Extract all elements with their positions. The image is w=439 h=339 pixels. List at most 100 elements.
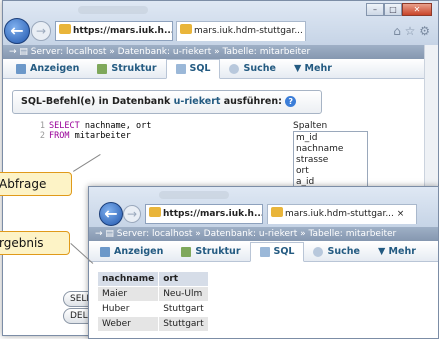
callout-ergebnis: rgebnis <box>0 231 70 255</box>
table-cell: Weber <box>96 316 160 332</box>
address-bar[interactable]: https://mars.iuk.h... ⌕ ▾ 🔒 ↻ <box>145 204 263 224</box>
sql-text: mitarbeiter <box>69 131 131 141</box>
window-controls: – □ ✕ <box>366 3 432 16</box>
column-item[interactable]: ort <box>296 166 365 177</box>
home-star-gear-icons[interactable]: ⌂ ☆ ⚙ <box>393 24 430 38</box>
columns-list[interactable]: m_id nachname strasse ort a_id <box>293 131 368 187</box>
tab-label: Anzeigen <box>30 62 80 74</box>
sql-keyword: FROM <box>49 131 70 141</box>
tab-label: Struktur <box>111 62 157 74</box>
result-table: nachname ort Maier Neu-Ulm Huber Stuttga… <box>96 271 209 332</box>
window-title-blurred <box>78 6 148 14</box>
tab-mehr[interactable]: ▼ Mehr <box>369 242 425 262</box>
tab-title: mars.iuk.hdm-stuttgar... <box>194 26 303 36</box>
column-header[interactable]: ort <box>158 271 209 287</box>
table-cell: Stuttgart <box>158 316 209 332</box>
column-item[interactable]: nachname <box>296 144 365 155</box>
close-button[interactable]: ✕ <box>402 3 432 16</box>
tab-struktur[interactable]: Struktur <box>88 59 165 79</box>
callout-text: rgebnis <box>0 236 44 250</box>
tab-label: Suche <box>243 62 276 74</box>
column-header[interactable]: nachname <box>96 271 160 287</box>
sql-legend-db[interactable]: u-riekert <box>174 96 221 107</box>
browser-window-result: ← → https://mars.iuk.h... ⌕ ▾ 🔒 ↻ mars.i… <box>88 186 439 339</box>
table-header-row: nachname ort <box>96 271 209 287</box>
tab-sql[interactable]: SQL <box>165 58 221 79</box>
sql-legend-suffix: ausführen: <box>220 96 282 107</box>
browse-icon <box>16 63 26 74</box>
line-number: 2 <box>39 131 45 141</box>
browser-tab-active[interactable]: mars.iuk.hdm-stuttgar... × <box>176 21 306 41</box>
line-number: 1 <box>39 121 45 131</box>
forward-arrow-icon[interactable]: → <box>31 21 51 41</box>
address-url: https://mars.iuk.h... <box>73 26 173 36</box>
tab-anzeigen[interactable]: Anzeigen <box>7 59 88 79</box>
search-icon <box>229 63 240 74</box>
table-row: Weber Stuttgart <box>96 316 209 332</box>
breadcrumb: → ▤ Server: localhost » Datenbank: u-rie… <box>89 227 438 241</box>
back-arrow-icon[interactable]: ← <box>4 18 30 44</box>
tab-label: Anzeigen <box>114 245 164 257</box>
sql-icon <box>175 63 186 74</box>
browser-tab-active[interactable]: mars.iuk.hdm-stuttgar... × <box>267 204 417 224</box>
breadcrumb-text[interactable]: Server: localhost » Datenbank: u-riekert… <box>31 47 310 57</box>
phpmyadmin-menu: Anzeigen Struktur SQL Suche ▼ Mehr <box>89 241 438 262</box>
address-bar[interactable]: https://mars.iuk.h... ⌕ ▾ 🔒 ↻ <box>55 21 173 41</box>
tab-title: mars.iuk.hdm-stuttgar... <box>285 209 394 219</box>
table-row: Huber Stuttgart <box>96 301 209 317</box>
table-row: Maier Neu-Ulm <box>96 286 209 302</box>
tab-label: SQL <box>189 62 211 74</box>
browser-chrome: ← → https://mars.iuk.h... ⌕ ▾ 🔒 ↻ mars.i… <box>89 187 438 227</box>
search-icon <box>313 246 324 257</box>
breadcrumb-text[interactable]: Server: localhost » Datenbank: u-riekert… <box>117 229 396 239</box>
tab-label: SQL <box>273 245 295 257</box>
tab-label: ▼ Mehr <box>377 245 416 257</box>
callout-abfrage: Abfrage <box>0 172 72 196</box>
phpmyadmin-menu: Anzeigen Struktur SQL Suche ▼ Mehr <box>3 58 438 79</box>
tab-anzeigen[interactable]: Anzeigen <box>91 242 172 262</box>
editor-line: 2 FROM mitarbeiter <box>31 131 281 141</box>
table-cell: Stuttgart <box>158 301 209 317</box>
minimize-button[interactable]: – <box>366 3 384 16</box>
column-item[interactable]: strasse <box>296 155 365 166</box>
table-cell: Maier <box>96 286 160 302</box>
browse-icon <box>100 246 110 257</box>
nav-arrow-icon[interactable]: → ▤ <box>9 47 31 57</box>
tab-label: ▼ Mehr <box>293 62 332 74</box>
address-url: https://mars.iuk.h... <box>163 209 263 219</box>
sql-legend: SQL-Befehl(e) in Datenbank u-riekert aus… <box>12 90 322 114</box>
help-icon[interactable]: ? <box>285 96 297 107</box>
breadcrumb: → ▤ Server: localhost » Datenbank: u-rie… <box>3 45 438 59</box>
structure-icon <box>97 63 108 74</box>
tab-suche[interactable]: Suche <box>220 59 284 79</box>
columns-panel: Spalten m_id nachname strasse ort a_id <box>293 121 368 189</box>
site-icon <box>180 24 192 34</box>
structure-icon <box>181 246 192 257</box>
sql-legend-text: SQL-Befehl(e) in Datenbank <box>21 96 174 107</box>
site-icon <box>59 24 71 34</box>
maximize-button[interactable]: □ <box>384 3 402 16</box>
tab-close-icon[interactable]: × <box>397 209 405 219</box>
table-cell: Huber <box>96 301 160 317</box>
browser-chrome: – □ ✕ ← → https://mars.iuk.h... ⌕ ▾ 🔒 ↻ … <box>3 1 438 45</box>
tab-mehr[interactable]: ▼ Mehr <box>285 59 341 79</box>
sql-keyword: SELECT <box>49 121 80 131</box>
tab-sql[interactable]: SQL <box>249 241 305 262</box>
nav-arrow-icon[interactable]: → ▤ <box>95 229 117 239</box>
tab-label: Struktur <box>195 245 241 257</box>
site-icon <box>149 207 161 217</box>
tab-struktur[interactable]: Struktur <box>172 242 249 262</box>
sql-text: nachname, ort <box>79 121 152 131</box>
site-icon <box>271 207 283 217</box>
callout-text: Abfrage <box>0 177 47 191</box>
forward-arrow-icon[interactable]: → <box>123 205 141 223</box>
editor-line: 1 SELECT nachname, ort <box>31 121 281 131</box>
table-cell: Neu-Ulm <box>158 286 209 302</box>
tab-label: Suche <box>327 245 360 257</box>
sql-icon <box>259 246 270 257</box>
window-title-blurred <box>159 191 229 199</box>
tab-suche[interactable]: Suche <box>304 242 368 262</box>
columns-label: Spalten <box>293 121 328 131</box>
back-arrow-icon[interactable]: ← <box>99 202 123 226</box>
column-item[interactable]: m_id <box>296 133 365 144</box>
